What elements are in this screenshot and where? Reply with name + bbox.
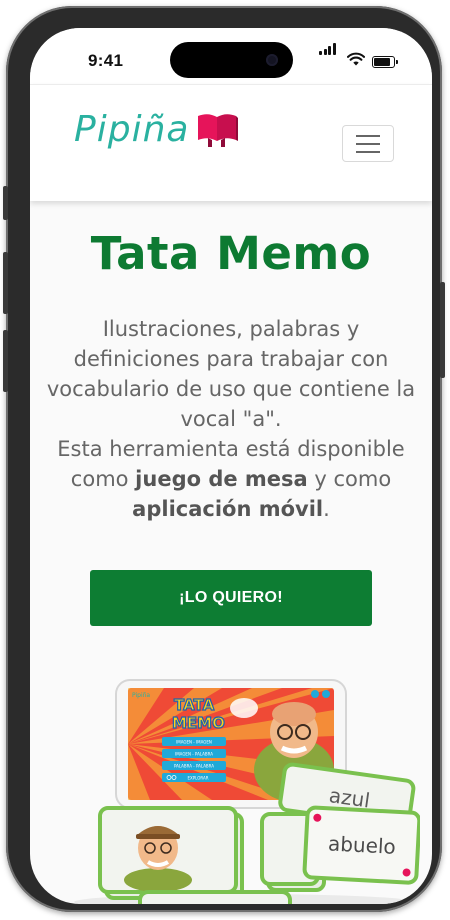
volume-down-button <box>3 330 8 392</box>
action-button <box>3 186 8 220</box>
buy-button[interactable]: ¡LO QUIERO! <box>90 570 372 626</box>
phone-frame: 9:41 Pipiña Tata Memo Ilustraciones, pal… <box>3 6 445 912</box>
card-stack-left <box>98 806 244 900</box>
status-bar: 9:41 <box>30 28 432 88</box>
description-mobile-app: aplicación móvil <box>132 497 324 521</box>
card-word-2: abuelo <box>327 831 396 859</box>
battery-icon <box>372 56 398 68</box>
description-board-game: juego de mesa <box>135 467 308 491</box>
word-card-abuelo: abuelo <box>302 805 420 885</box>
brand-logo-text: Pipiña <box>74 109 190 150</box>
app-menu-item-3: PALABRA - PALABRA <box>174 764 214 769</box>
app-brand-logo: Pipiña <box>132 692 150 699</box>
power-button <box>440 282 445 378</box>
card-stack-bottom <box>138 890 292 904</box>
description-text-3: y como <box>307 467 392 491</box>
book-icon <box>198 113 239 147</box>
volume-up-button <box>3 252 8 314</box>
app-title-line-2: MEMO <box>172 714 225 732</box>
product-image: Pipiña TATA MEMO IMAGEN - IMAGEN IMAGEN … <box>74 679 420 904</box>
description-text-4: . <box>323 497 330 521</box>
brand-logo[interactable]: Pipiña <box>74 109 239 150</box>
menu-toggle-button[interactable] <box>342 125 394 162</box>
description-text-1: Ilustraciones, palabras y definiciones p… <box>46 317 416 431</box>
app-title-line-1: TATA <box>174 696 215 714</box>
status-time: 9:41 <box>88 51 124 70</box>
product-description: Ilustraciones, palabras y definiciones p… <box>40 314 422 524</box>
camera-icon <box>266 54 278 66</box>
wifi-icon <box>347 52 365 66</box>
app-menu-item-4: EXPLORAR <box>187 776 208 781</box>
hamburger-menu-icon <box>356 134 380 137</box>
screen: 9:41 Pipiña Tata Memo Ilustraciones, pal… <box>30 28 432 904</box>
dynamic-island <box>170 42 293 78</box>
page-title: Tata Memo <box>90 227 372 280</box>
app-menu-item-2: IMAGEN - PALABRA <box>175 752 213 757</box>
app-menu-item-1: IMAGEN - IMAGEN <box>176 740 212 745</box>
site-header: Pipiña <box>30 84 432 201</box>
